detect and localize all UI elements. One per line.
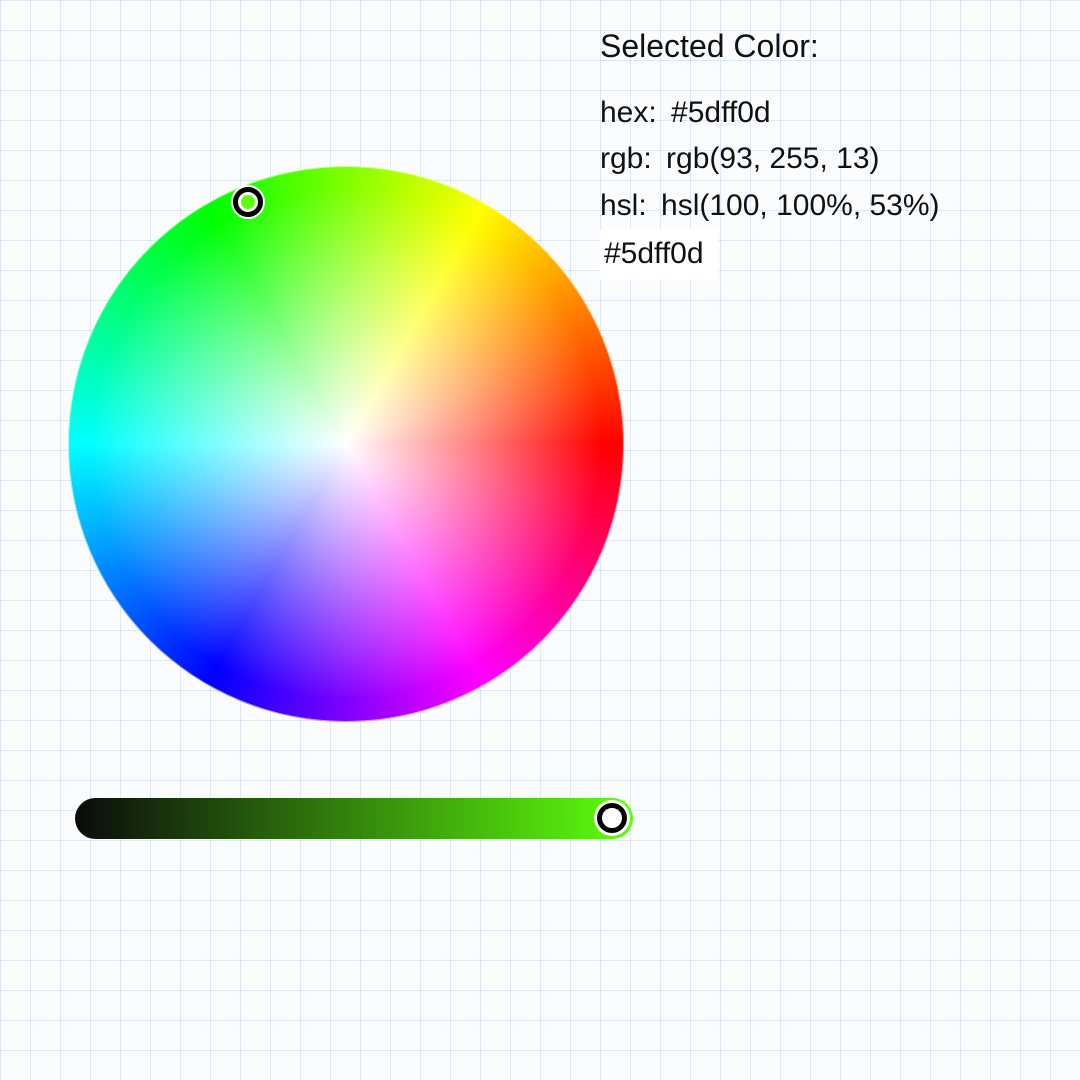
color-wheel[interactable] — [68, 166, 624, 722]
hex-value: #5dff0d — [671, 96, 771, 129]
selected-color-title: Selected Color: — [600, 22, 1060, 72]
color-info-panel: Selected Color: hex: #5dff0d rgb: rgb(93… — [600, 22, 1060, 280]
lightness-slider-handle[interactable] — [597, 803, 627, 833]
rgb-label: rgb: — [600, 142, 660, 175]
hsl-label: hsl: — [600, 189, 655, 222]
hsl-value: hsl(100, 100%, 53%) — [661, 189, 940, 222]
swatch-hex: #5dff0d — [600, 229, 718, 280]
lightness-slider-track[interactable] — [75, 798, 633, 839]
rgb-row: rgb: rgb(93, 255, 13) — [600, 136, 1060, 183]
hex-label: hex: — [600, 96, 665, 129]
hex-row: hex: #5dff0d — [600, 90, 1060, 137]
hsl-row: hsl: hsl(100, 100%, 53%) — [600, 183, 1060, 230]
color-wheel-handle[interactable] — [233, 187, 263, 217]
rgb-value: rgb(93, 255, 13) — [666, 142, 879, 175]
